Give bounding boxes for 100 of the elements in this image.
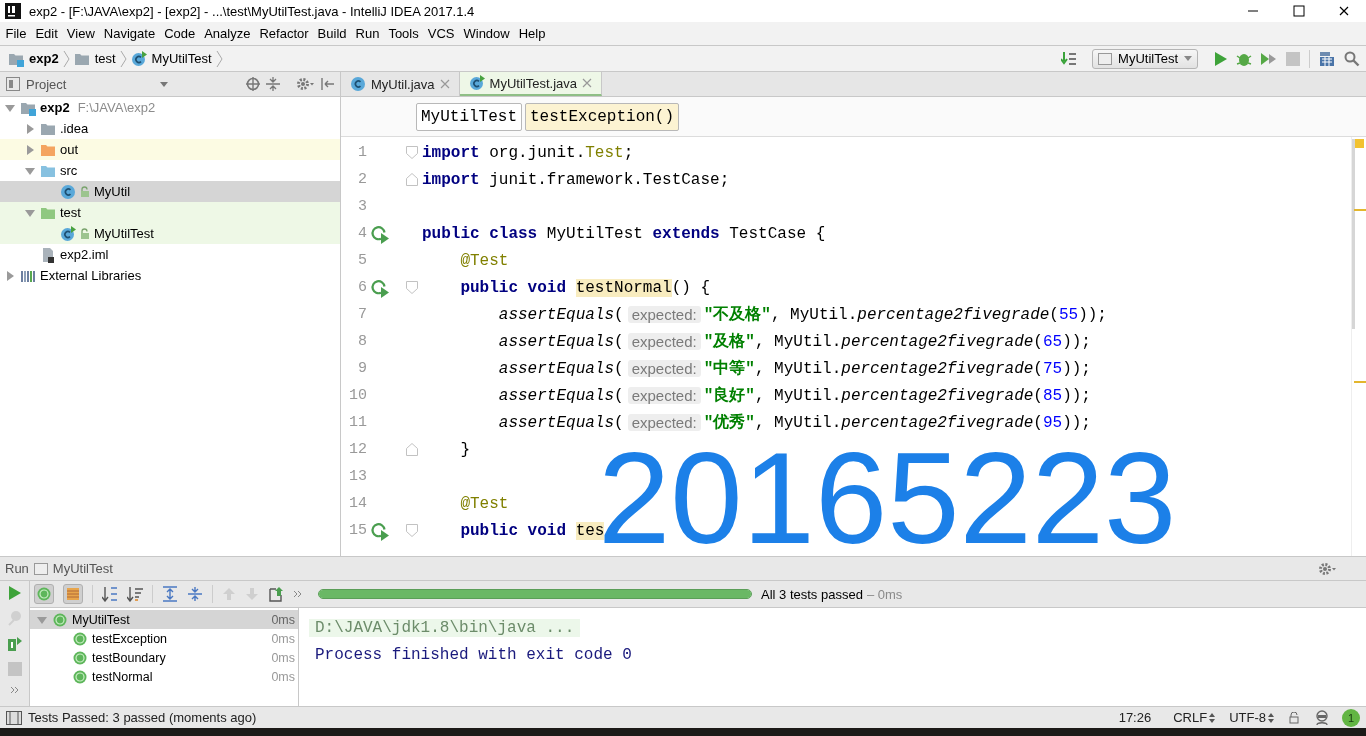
console-command: D:\JAVA\jdk1.8\bin\java ... — [309, 618, 581, 637]
code-text: , MyUtil. — [754, 386, 842, 405]
breadcrumb[interactable]: exp2 — [29, 51, 59, 66]
gear-icon[interactable] — [1318, 561, 1336, 576]
caret-icon[interactable] — [160, 81, 169, 87]
test-row[interactable]: testNormal 0ms — [30, 667, 298, 686]
sort-alpha-icon[interactable] — [102, 586, 118, 602]
tree-row[interactable]: MyUtil — [0, 181, 340, 202]
menu-item[interactable]: Code — [159, 26, 200, 41]
breadcrumb[interactable]: MyUtilTest — [416, 102, 522, 131]
test-row[interactable]: testException 0ms — [30, 629, 298, 648]
maximize-icon[interactable] — [1293, 5, 1305, 17]
rerun-failed-icon[interactable] — [6, 636, 23, 652]
menu-item[interactable]: View — [62, 26, 100, 41]
fold-icon[interactable] — [406, 146, 418, 159]
hide-panel-icon[interactable] — [320, 77, 334, 91]
tree-row[interactable]: External Libraries — [0, 265, 340, 286]
breadcrumb[interactable]: testException() — [525, 102, 680, 131]
tree-label[interactable]: test — [60, 205, 81, 220]
locate-icon[interactable] — [246, 77, 260, 91]
code-type: Test — [585, 143, 624, 162]
tree-row[interactable]: exp2 F:\JAVA\exp2 — [0, 97, 340, 118]
menu-item[interactable]: Help — [514, 26, 550, 41]
tree-row[interactable]: MyUtilTest — [0, 223, 340, 244]
tree-label[interactable]: exp2 — [40, 100, 70, 115]
run-gutter-icon[interactable] — [370, 223, 390, 244]
toggle-button[interactable] — [34, 584, 54, 604]
close-icon[interactable] — [1339, 6, 1349, 16]
search-icon[interactable] — [1344, 50, 1360, 67]
tree-label[interactable]: out — [60, 142, 79, 157]
encoding[interactable]: UTF-8 — [1229, 710, 1266, 725]
tab-label: MyUtilTest.java — [489, 75, 577, 91]
menu-item[interactable]: Build — [313, 26, 351, 41]
breadcrumb[interactable]: test — [94, 51, 116, 66]
menu-item[interactable]: Tools — [383, 26, 424, 41]
run-configuration-dropdown[interactable]: MyUtilTest — [1092, 48, 1198, 69]
project-structure-icon[interactable] — [1319, 50, 1335, 67]
notification-badge[interactable]: 1 — [1342, 708, 1360, 727]
tree-label[interactable]: MyUtil — [94, 184, 131, 199]
stop-icon[interactable] — [1286, 51, 1300, 66]
tree-row[interactable]: exp2.iml — [0, 244, 340, 265]
tree-row[interactable]: test — [0, 202, 340, 223]
expand-arrow-icon[interactable] — [24, 143, 36, 156]
lock-icon[interactable] — [1288, 711, 1300, 724]
panel-toggle-icon[interactable] — [6, 710, 22, 725]
fold-icon[interactable] — [406, 443, 418, 456]
run-gutter-icon[interactable] — [370, 520, 390, 541]
menu-item[interactable]: Run — [351, 26, 384, 41]
code-keyword: public void — [459, 278, 568, 297]
line-number: 9 — [357, 360, 367, 377]
run-icon[interactable] — [1215, 51, 1227, 66]
menu-item[interactable]: Navigate — [99, 26, 160, 41]
class-icon — [60, 183, 76, 200]
test-row[interactable]: MyUtilTest 0ms — [30, 610, 298, 629]
expand-arrow-icon[interactable] — [4, 269, 16, 282]
gear-icon[interactable] — [296, 77, 314, 91]
sort-duration-icon[interactable] — [127, 586, 143, 602]
caret-position[interactable]: 17:26 — [1118, 710, 1152, 725]
coverage-icon[interactable] — [1261, 50, 1277, 67]
scrollbar-thumb[interactable] — [1352, 139, 1355, 329]
line-separator[interactable]: CRLF — [1173, 710, 1208, 725]
editor-tab[interactable]: MyUtil.java — [341, 72, 460, 96]
test-row[interactable]: testBoundary 0ms — [30, 648, 298, 667]
fold-icon[interactable] — [406, 524, 418, 537]
more-icon[interactable] — [9, 686, 20, 694]
more-icon[interactable] — [293, 590, 303, 598]
tree-label[interactable]: exp2.iml — [60, 247, 109, 262]
stop-icon[interactable] — [7, 662, 22, 676]
panel-title[interactable]: Project — [26, 76, 67, 92]
method-name: testNormal — [575, 278, 672, 297]
menu-item[interactable]: File — [1, 26, 31, 41]
run-tab[interactable]: MyUtilTest — [52, 561, 113, 576]
menu-item[interactable]: Analyze — [199, 26, 255, 41]
tree-label[interactable]: External Libraries — [40, 268, 142, 283]
collapse-all-icon[interactable] — [187, 586, 203, 602]
tree-label[interactable]: MyUtilTest — [94, 226, 154, 241]
tree-row[interactable]: src — [0, 160, 340, 181]
export-icon[interactable] — [268, 586, 284, 602]
run-gutter-icon[interactable] — [370, 277, 390, 298]
rerun-icon[interactable] — [8, 586, 21, 600]
fold-icon[interactable] — [406, 173, 418, 186]
menu-item[interactable]: Edit — [30, 26, 63, 41]
panel-title[interactable]: Run — [5, 561, 29, 576]
build-icon[interactable] — [1061, 50, 1078, 67]
fold-icon[interactable] — [406, 281, 418, 294]
line-number: 13 — [348, 468, 367, 485]
breadcrumb[interactable]: MyUtilTest — [151, 51, 212, 66]
menu-item[interactable]: Window — [458, 26, 515, 41]
tree-row[interactable]: .idea — [0, 118, 340, 139]
editor-tab[interactable]: MyUtilTest.java — [459, 72, 602, 96]
expand-all-icon[interactable] — [162, 586, 178, 602]
menu-item[interactable]: Refactor — [254, 26, 314, 41]
collapse-all-icon[interactable] — [266, 77, 280, 91]
toggle-button[interactable] — [63, 584, 83, 604]
menu-item[interactable]: VCS — [423, 26, 459, 41]
tree-label[interactable]: .idea — [60, 121, 89, 136]
tree-label[interactable]: src — [60, 163, 78, 178]
inspector-icon[interactable] — [1314, 709, 1330, 726]
tree-row[interactable]: out — [0, 139, 340, 160]
expand-arrow-icon[interactable] — [24, 122, 36, 135]
